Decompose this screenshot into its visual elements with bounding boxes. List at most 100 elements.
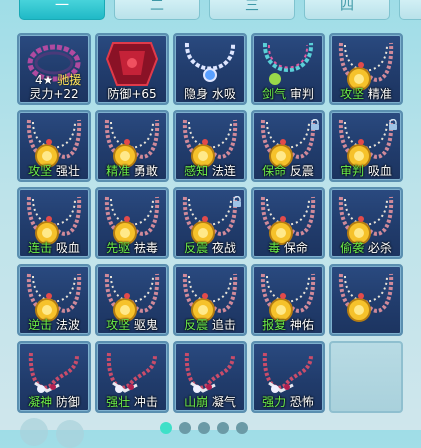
inventory-slot[interactable]: 保命 反震 xyxy=(251,110,325,182)
inventory-slot[interactable]: 偷袭 必杀 xyxy=(329,187,403,259)
inventory-slot[interactable]: 攻坚 强壮 xyxy=(17,110,91,182)
skill-name-primary: 审判 xyxy=(340,164,365,178)
skill-name-primary: 毒 xyxy=(268,241,281,255)
inventory-slot[interactable]: 强壮 冲击 xyxy=(95,341,169,413)
star-badge: 4★ 驰援 xyxy=(35,73,82,87)
inventory-slot[interactable]: 毒 保命 xyxy=(251,187,325,259)
skill-name-primary: 攻坚 xyxy=(106,318,131,332)
skill-name-primary: 强力 xyxy=(262,395,287,409)
inventory-slot[interactable]: 剑气 审判 xyxy=(251,33,325,105)
skill-name-secondary: 祛毒 xyxy=(130,241,158,255)
skill-name-secondary: +65 xyxy=(131,87,157,101)
skill-name-primary: 先驱 xyxy=(106,241,131,255)
skill-name-primary: 驰援 xyxy=(57,73,82,87)
skill-name-primary: 连击 xyxy=(28,241,53,255)
scroll-button-right[interactable] xyxy=(56,420,84,448)
lock-icon xyxy=(232,192,242,207)
skill-name-primary: 凝神 xyxy=(28,395,53,409)
inventory-slot[interactable]: 审判 吸血 xyxy=(329,110,403,182)
skill-name-primary: 攻坚 xyxy=(340,87,365,101)
item-skill-label: 攻坚 精准 xyxy=(331,87,401,101)
item-skill-label: 感知 法连 xyxy=(175,164,245,178)
page-dot[interactable] xyxy=(217,422,229,434)
lock-icon xyxy=(388,115,398,130)
inventory-slot[interactable] xyxy=(329,264,403,336)
skill-name-secondary: 审判 xyxy=(286,87,314,101)
skill-name-primary: 保命 xyxy=(262,164,287,178)
skill-name-secondary: 神佑 xyxy=(286,318,314,332)
skill-name-primary: 防御 xyxy=(107,87,132,101)
skill-name-secondary: 追击 xyxy=(208,318,236,332)
inventory-slot[interactable]: 反震 追击 xyxy=(173,264,247,336)
skill-name-primary: 逆击 xyxy=(28,318,53,332)
item-skill-label: 强壮 冲击 xyxy=(97,395,167,409)
inventory-slot[interactable]: 感知 法连 xyxy=(173,110,247,182)
item-skill-label: 毒 保命 xyxy=(253,241,323,255)
tab-overflow[interactable] xyxy=(399,0,421,20)
item-skill-label: 剑气 审判 xyxy=(253,87,323,101)
page-dot[interactable] xyxy=(160,422,172,434)
item-skill-label: 攻坚 强壮 xyxy=(19,164,89,178)
item-skill-label: 偷袭 必杀 xyxy=(331,241,401,255)
item-skill-label: 逆击 法波 xyxy=(19,318,89,332)
inventory-slot[interactable]: 连击 吸血 xyxy=(17,187,91,259)
inventory-slot[interactable]: 报复 神佑 xyxy=(251,264,325,336)
skill-name-secondary: 吸血 xyxy=(364,164,392,178)
skill-name-primary: 攻坚 xyxy=(28,164,53,178)
item-skill-label: 保命 反震 xyxy=(253,164,323,178)
skill-name-secondary: 吸血 xyxy=(52,241,80,255)
skill-name-secondary: 法波 xyxy=(52,318,80,332)
skill-name-primary: 反震 xyxy=(184,241,209,255)
inventory-slot[interactable]: 强力 恐怖 xyxy=(251,341,325,413)
skill-name-secondary: 夜战 xyxy=(208,241,236,255)
item-skill-label: 隐身 水吸 xyxy=(175,87,245,101)
page-dot[interactable] xyxy=(198,422,210,434)
inventory-slot[interactable]: 攻坚 精准 xyxy=(329,33,403,105)
item-skill-label: 报复 神佑 xyxy=(253,318,323,332)
skill-name-primary: 感知 xyxy=(184,164,209,178)
skill-name-primary: 山崩 xyxy=(184,395,209,409)
inventory-slot[interactable] xyxy=(329,341,403,413)
skill-name-secondary: 冲击 xyxy=(130,395,158,409)
tab-4[interactable]: 四 xyxy=(304,0,390,20)
scroll-button-left[interactable] xyxy=(20,418,48,446)
lock-icon xyxy=(310,115,320,130)
inventory-slot[interactable]: 反震 夜战 xyxy=(173,187,247,259)
inventory-slot[interactable]: 精准 勇敢 xyxy=(95,110,169,182)
skill-name-primary: 报复 xyxy=(262,318,287,332)
item-skill-label: 反震 追击 xyxy=(175,318,245,332)
item-skill-label: 强力 恐怖 xyxy=(253,395,323,409)
page-dot[interactable] xyxy=(236,422,248,434)
skill-name-secondary: 反震 xyxy=(286,164,314,178)
item-skill-label: 防御+65 xyxy=(97,87,167,101)
skill-name-secondary: 水吸 xyxy=(208,87,236,101)
inventory-slot[interactable]: 逆击 法波 xyxy=(17,264,91,336)
tab-3[interactable]: 三 xyxy=(209,0,295,20)
skill-name-secondary: 强壮 xyxy=(52,164,80,178)
skill-name-secondary: 精准 xyxy=(364,87,392,101)
skill-name-secondary: 防御 xyxy=(52,395,80,409)
inventory-slot[interactable]: 隐身 水吸 xyxy=(173,33,247,105)
inventory-slot[interactable]: 山崩 凝气 xyxy=(173,341,247,413)
item-stat-label: 灵力+22 xyxy=(29,87,79,101)
skill-name-primary: 剑气 xyxy=(262,87,287,101)
skill-name-secondary: 驱鬼 xyxy=(130,318,158,332)
skill-name-secondary: 凝气 xyxy=(208,395,236,409)
inventory-slot[interactable]: 攻坚 驱鬼 xyxy=(95,264,169,336)
item-skill-label: 攻坚 驱鬼 xyxy=(97,318,167,332)
tab-1[interactable]: 一 xyxy=(19,0,105,20)
inventory-slot[interactable]: 凝神 防御 xyxy=(17,341,91,413)
item-skill-label: 审判 吸血 xyxy=(331,164,401,178)
item-skill-label: 山崩 凝气 xyxy=(175,395,245,409)
tab-2[interactable]: 二 xyxy=(114,0,200,20)
inventory-slot[interactable]: 4★ 驰援 灵力+22 xyxy=(17,33,91,105)
skill-name-secondary: 恐怖 xyxy=(286,395,314,409)
skill-name-secondary: 法连 xyxy=(208,164,236,178)
skill-name-primary: 反震 xyxy=(184,318,209,332)
inventory-slot[interactable]: 先驱 祛毒 xyxy=(95,187,169,259)
page-dot[interactable] xyxy=(179,422,191,434)
inventory-slot[interactable]: 防御+65 xyxy=(95,33,169,105)
item-skill-label: 凝神 防御 xyxy=(19,395,89,409)
skill-name-secondary: 必杀 xyxy=(364,241,392,255)
skill-name-primary: 偷袭 xyxy=(340,241,365,255)
